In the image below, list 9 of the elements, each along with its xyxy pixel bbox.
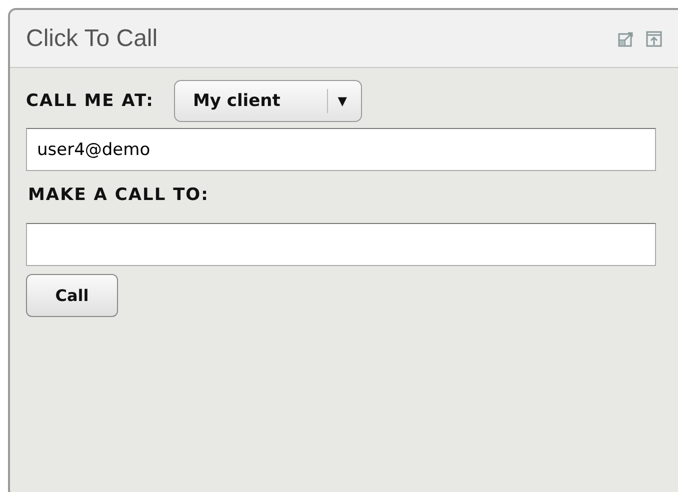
field-label: CALL ME AT: — [26, 91, 154, 111]
field-label: MAKE A CALL TO: — [28, 185, 210, 205]
resize-icon[interactable] — [618, 30, 634, 46]
window-title: Click To Call — [26, 24, 158, 52]
input-field[interactable] — [26, 223, 656, 266]
call-button[interactable]: Call — [26, 274, 118, 317]
upload-icon[interactable] — [646, 30, 662, 46]
input-field[interactable]: user4@demo — [26, 128, 656, 171]
client-dropdown[interactable]: My client ▼ — [174, 80, 362, 122]
